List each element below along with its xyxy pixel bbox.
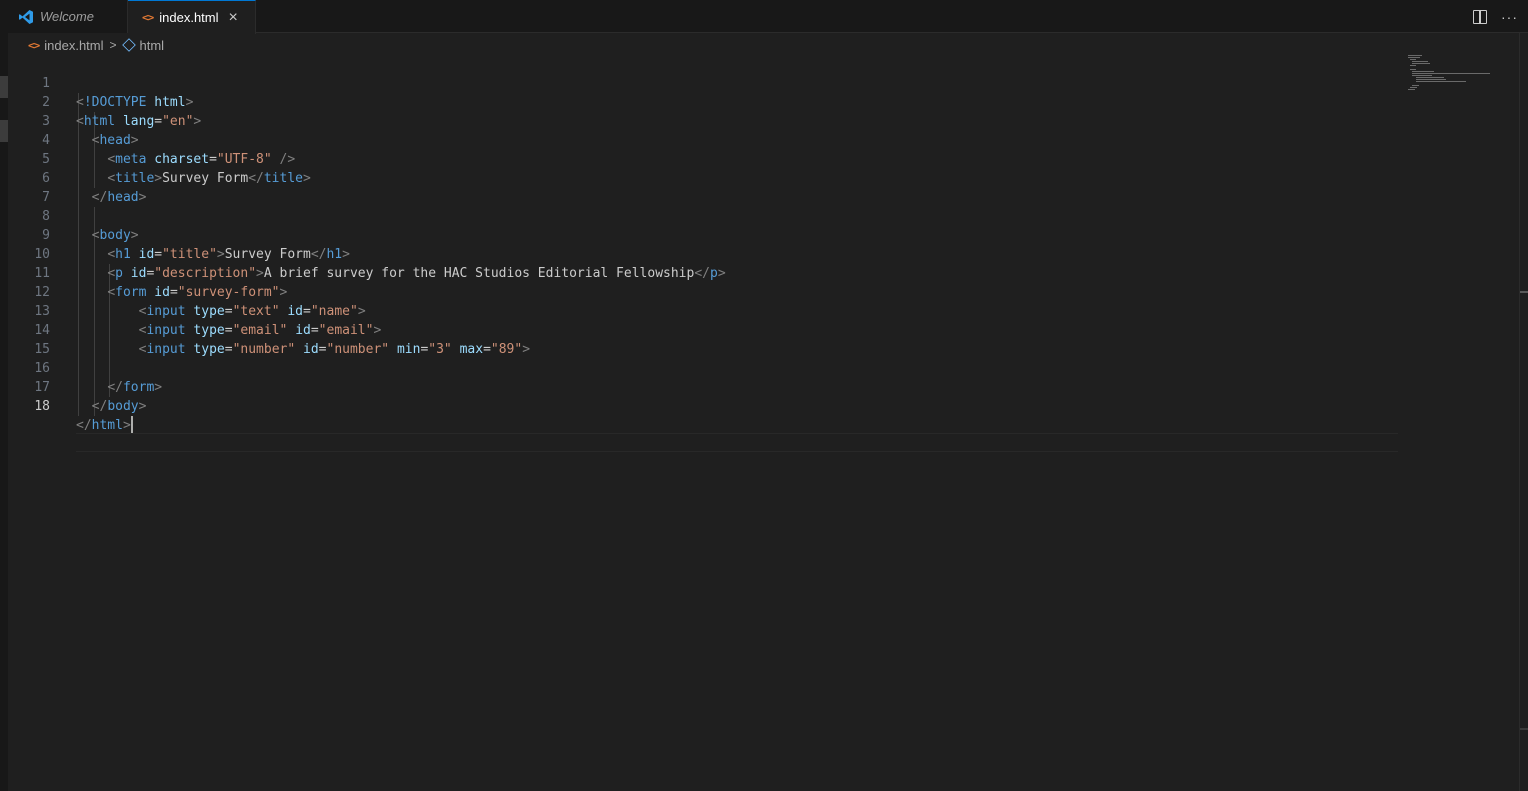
left-edge-marker <box>0 76 8 98</box>
minimap-line <box>1416 79 1446 80</box>
minimap-line <box>1412 71 1434 72</box>
breadcrumb-symbol[interactable]: html <box>121 37 165 53</box>
minimap-line <box>1412 73 1490 74</box>
tab-index-html-label: index.html <box>159 10 219 25</box>
chevron-right-icon: > <box>109 38 117 52</box>
minimap-line <box>1412 85 1419 86</box>
editor-actions: ··· <box>1473 0 1518 33</box>
text-cursor <box>130 416 133 433</box>
close-icon[interactable]: × <box>229 9 238 26</box>
code-line: 17 </body> <box>8 359 1398 414</box>
code-line: 13 <input type="email" id="email"> <box>8 283 1398 338</box>
minimap-line <box>1416 77 1444 78</box>
code-line: 2 <html lang="en"> <box>8 74 1398 129</box>
code-line: 14 <input type="number" id="number" min=… <box>8 302 1398 357</box>
code-line: 16 </form> <box>8 340 1398 395</box>
vscode-logo-icon <box>19 9 33 24</box>
more-actions-icon[interactable]: ··· <box>1501 9 1518 25</box>
html-file-icon: <> <box>142 11 154 24</box>
split-editor-icon[interactable] <box>1473 9 1487 24</box>
code-line: 5 <title>Survey Form</title> <box>8 131 1398 186</box>
minimap-line <box>1410 69 1416 70</box>
code-line: 11 <form id="survey-form"> <box>8 245 1398 300</box>
current-line-highlight <box>76 433 1398 452</box>
breadcrumb-symbol-label: html <box>139 37 165 53</box>
code-line: 7 <box>8 169 1398 205</box>
code-line: 12 <input type="text" id="name"> <box>8 264 1398 319</box>
code-line: 9 <h1 id="title">Survey Form</h1> <box>8 207 1398 262</box>
code-line: 4 <meta charset="UTF-8" /> <box>8 112 1398 167</box>
code-editor[interactable]: 1 <!DOCTYPE html> 2 <html lang="en"> 3 <… <box>8 55 1398 791</box>
tab-welcome-label: Welcome <box>40 9 94 24</box>
code-line: 6 </head> <box>8 150 1398 205</box>
minimap[interactable] <box>1400 52 1518 102</box>
breadcrumb: <> index.html > html <box>28 35 164 55</box>
breadcrumb-file-label: index.html <box>44 37 104 53</box>
code-line: 8 <body> <box>8 188 1398 243</box>
editor-scrollbar[interactable] <box>1519 33 1528 791</box>
symbol-element-icon <box>121 38 136 52</box>
left-edge-marker <box>0 120 8 142</box>
code-line: 15 <box>8 321 1398 357</box>
minimap-line <box>1408 57 1420 58</box>
tab-index-html[interactable]: <> index.html × <box>128 0 256 34</box>
tab-welcome[interactable]: Welcome <box>8 0 128 33</box>
line-number: 18 <box>34 399 50 414</box>
minimap-line <box>1412 75 1432 76</box>
code-line: 1 <!DOCTYPE html> <box>8 55 1398 110</box>
minimap-line <box>1412 61 1428 62</box>
left-edge-strip <box>0 0 8 791</box>
code-line: 10 <p id="description">A brief survey fo… <box>8 226 1398 281</box>
line-text: </body> <box>91 399 147 414</box>
minimap-line <box>1408 55 1422 56</box>
html-file-icon: <> <box>28 38 40 52</box>
scrollbar-cursor-marker <box>1520 291 1528 293</box>
minimap-line <box>1416 81 1466 82</box>
breadcrumb-file[interactable]: <> index.html <box>28 38 104 53</box>
minimap-line <box>1410 59 1416 60</box>
line-text: </html> <box>76 416 133 433</box>
minimap-line <box>1410 87 1417 88</box>
editor-tab-bar: Welcome <> index.html × ··· <box>8 0 1528 34</box>
minimap-line <box>1410 65 1416 66</box>
code-line: 18 </html> <box>8 378 1398 433</box>
minimap-line <box>1412 63 1430 64</box>
code-line: 3 <head> <box>8 93 1398 148</box>
scrollbar-marker <box>1520 728 1528 730</box>
minimap-line <box>1408 89 1415 90</box>
